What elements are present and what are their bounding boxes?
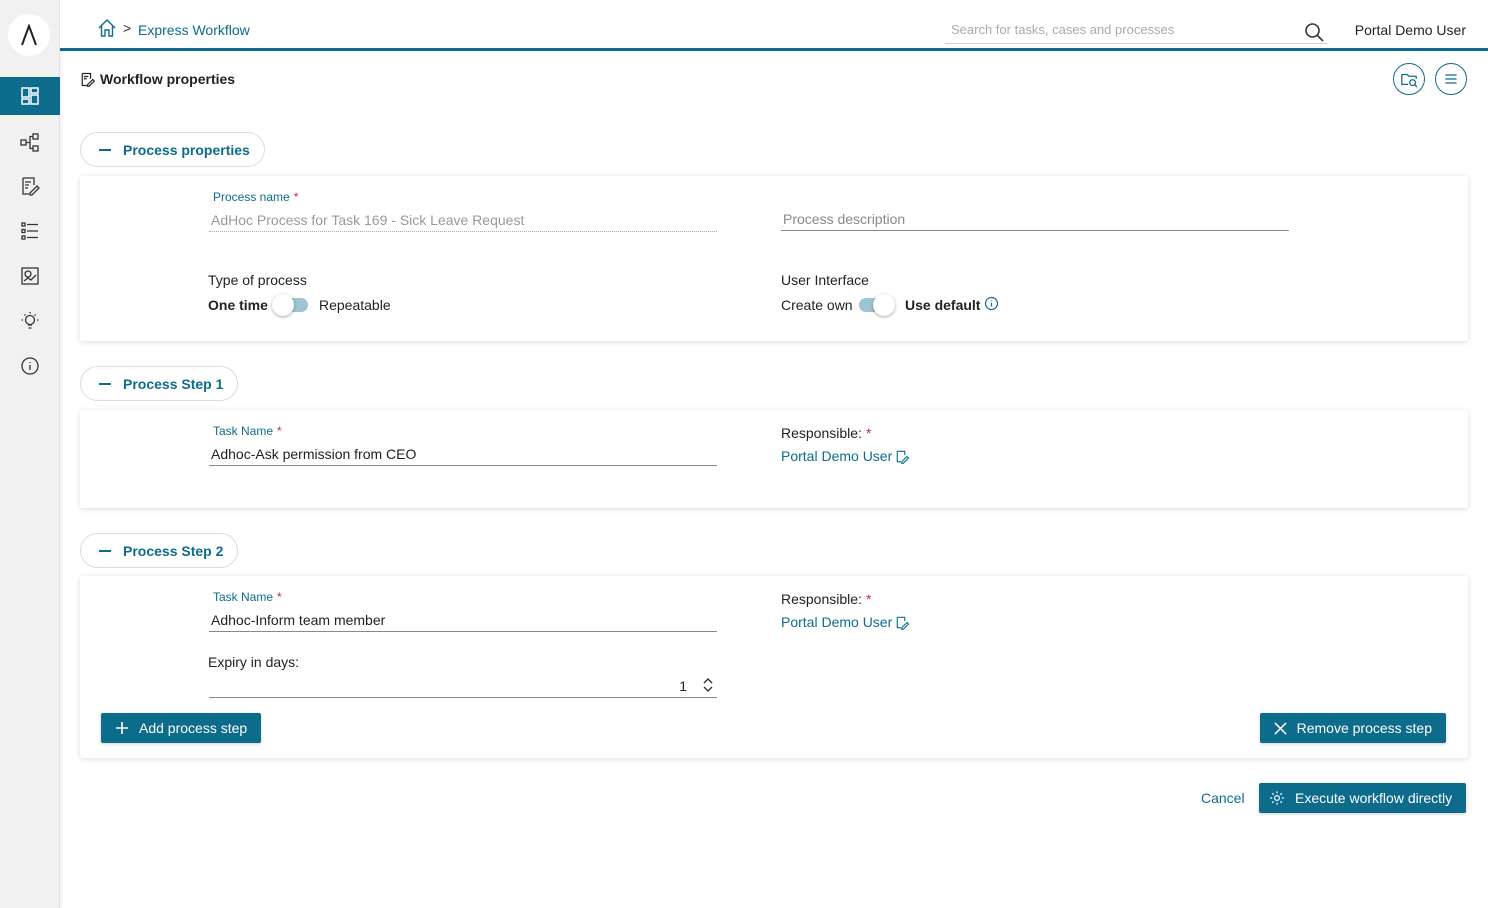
remove-process-step-label: Remove process step <box>1296 720 1432 736</box>
step2-responsible-user[interactable]: Portal Demo User <box>781 614 910 630</box>
execute-workflow-button[interactable]: Execute workflow directly <box>1259 783 1467 813</box>
step2-task-name-input[interactable] <box>209 608 717 632</box>
breadcrumb-express-workflow[interactable]: Express Workflow <box>138 22 250 38</box>
ui-create-own-label: Create own <box>781 297 853 313</box>
process-step-1-title: Process Step 1 <box>123 375 224 392</box>
nav-info[interactable] <box>0 347 60 385</box>
step1-responsible-user-name: Portal Demo User <box>781 448 893 464</box>
process-name-input <box>209 208 717 232</box>
gear-icon <box>1270 791 1284 805</box>
info-icon <box>21 357 39 375</box>
expiry-value: 1 <box>679 678 687 694</box>
step2-responsible-label: Responsible: * <box>781 591 872 607</box>
user-interface-label: User Interface <box>781 272 869 288</box>
type-repeatable-label: Repeatable <box>319 297 391 313</box>
process-description-input[interactable] <box>781 207 1289 231</box>
info-icon[interactable] <box>984 296 999 311</box>
lightbulb-icon <box>21 312 39 329</box>
folder-search-icon <box>1401 73 1418 88</box>
collapse-icon <box>99 382 111 385</box>
nav-dashboard[interactable] <box>0 77 60 115</box>
nav-statistics[interactable] <box>0 257 60 295</box>
workflow-edit-icon <box>81 72 95 87</box>
page-title: Workflow properties <box>80 71 235 87</box>
collapse-icon <box>99 549 111 552</box>
logo-icon <box>21 24 37 46</box>
task-edit-icon <box>22 177 40 196</box>
page-title-text: Workflow properties <box>100 71 236 87</box>
type-one-time-label: One time <box>208 297 268 313</box>
process-step-2-header[interactable]: Process Step 2 <box>80 533 239 568</box>
process-properties-header[interactable]: Process properties <box>80 132 265 167</box>
process-step-2-card: Task Name* Responsible:* Portal Demo Use… <box>80 576 1468 758</box>
step2-responsible-user-name: Portal Demo User <box>781 614 893 630</box>
process-flow-icon <box>20 133 39 152</box>
user-menu[interactable]: Portal Demo User <box>1355 22 1466 38</box>
process-step-1-card: Task Name* Responsible:* Portal Demo Use… <box>80 410 1468 508</box>
plus-icon <box>116 722 128 734</box>
process-name-label: Process name * <box>213 190 299 204</box>
spinner-arrows-icon[interactable] <box>702 676 714 694</box>
breadcrumb-separator: > <box>123 20 132 36</box>
search-icon[interactable] <box>1304 22 1324 42</box>
type-of-process-label: Type of process <box>208 272 307 288</box>
collapse-icon <box>99 148 111 151</box>
step2-task-name-label: Task Name * <box>213 590 282 604</box>
remove-process-step-button[interactable]: Remove process step <box>1259 713 1446 743</box>
edit-icon <box>896 616 910 630</box>
global-search <box>945 14 1327 44</box>
process-properties-title: Process properties <box>123 141 250 158</box>
statistics-icon <box>21 267 39 285</box>
process-step-1-header[interactable]: Process Step 1 <box>80 366 239 401</box>
nav-tasks[interactable] <box>0 167 60 205</box>
type-of-process-toggle[interactable] <box>272 294 308 316</box>
workflow-search-button[interactable] <box>1393 63 1425 95</box>
sidebar <box>0 0 60 908</box>
close-icon <box>1273 721 1287 735</box>
step1-task-name-input[interactable] <box>209 442 717 466</box>
edit-icon <box>896 450 910 464</box>
menu-button[interactable] <box>1435 63 1467 95</box>
cancel-button[interactable]: Cancel <box>1201 790 1245 806</box>
add-process-step-button[interactable]: Add process step <box>101 713 262 743</box>
list-icon <box>21 222 38 240</box>
home-icon[interactable] <box>97 18 117 38</box>
user-interface-toggle[interactable] <box>859 294 895 316</box>
step1-responsible-label: Responsible: * <box>781 425 872 441</box>
expiry-spinner[interactable]: 1 <box>209 674 717 698</box>
dashboard-icon <box>21 87 39 105</box>
top-header: > Express Workflow Portal Demo User <box>60 0 1488 51</box>
app-logo[interactable] <box>8 14 50 56</box>
expiry-label: Expiry in days: <box>208 654 300 670</box>
hamburger-icon <box>1445 74 1457 84</box>
ui-use-default-label: Use default <box>905 297 981 313</box>
process-properties-card: Process name* Type of process One time R… <box>80 176 1468 341</box>
step1-task-name-label: Task Name * <box>213 424 282 438</box>
nav-ideas[interactable] <box>0 302 60 340</box>
execute-workflow-label: Execute workflow directly <box>1295 790 1453 806</box>
process-step-2-title: Process Step 2 <box>123 542 224 559</box>
nav-processes[interactable] <box>0 124 60 162</box>
nav-cases[interactable] <box>0 212 60 250</box>
search-input[interactable] <box>945 14 1285 44</box>
add-process-step-label: Add process step <box>139 720 248 736</box>
step1-responsible-user[interactable]: Portal Demo User <box>781 448 910 464</box>
